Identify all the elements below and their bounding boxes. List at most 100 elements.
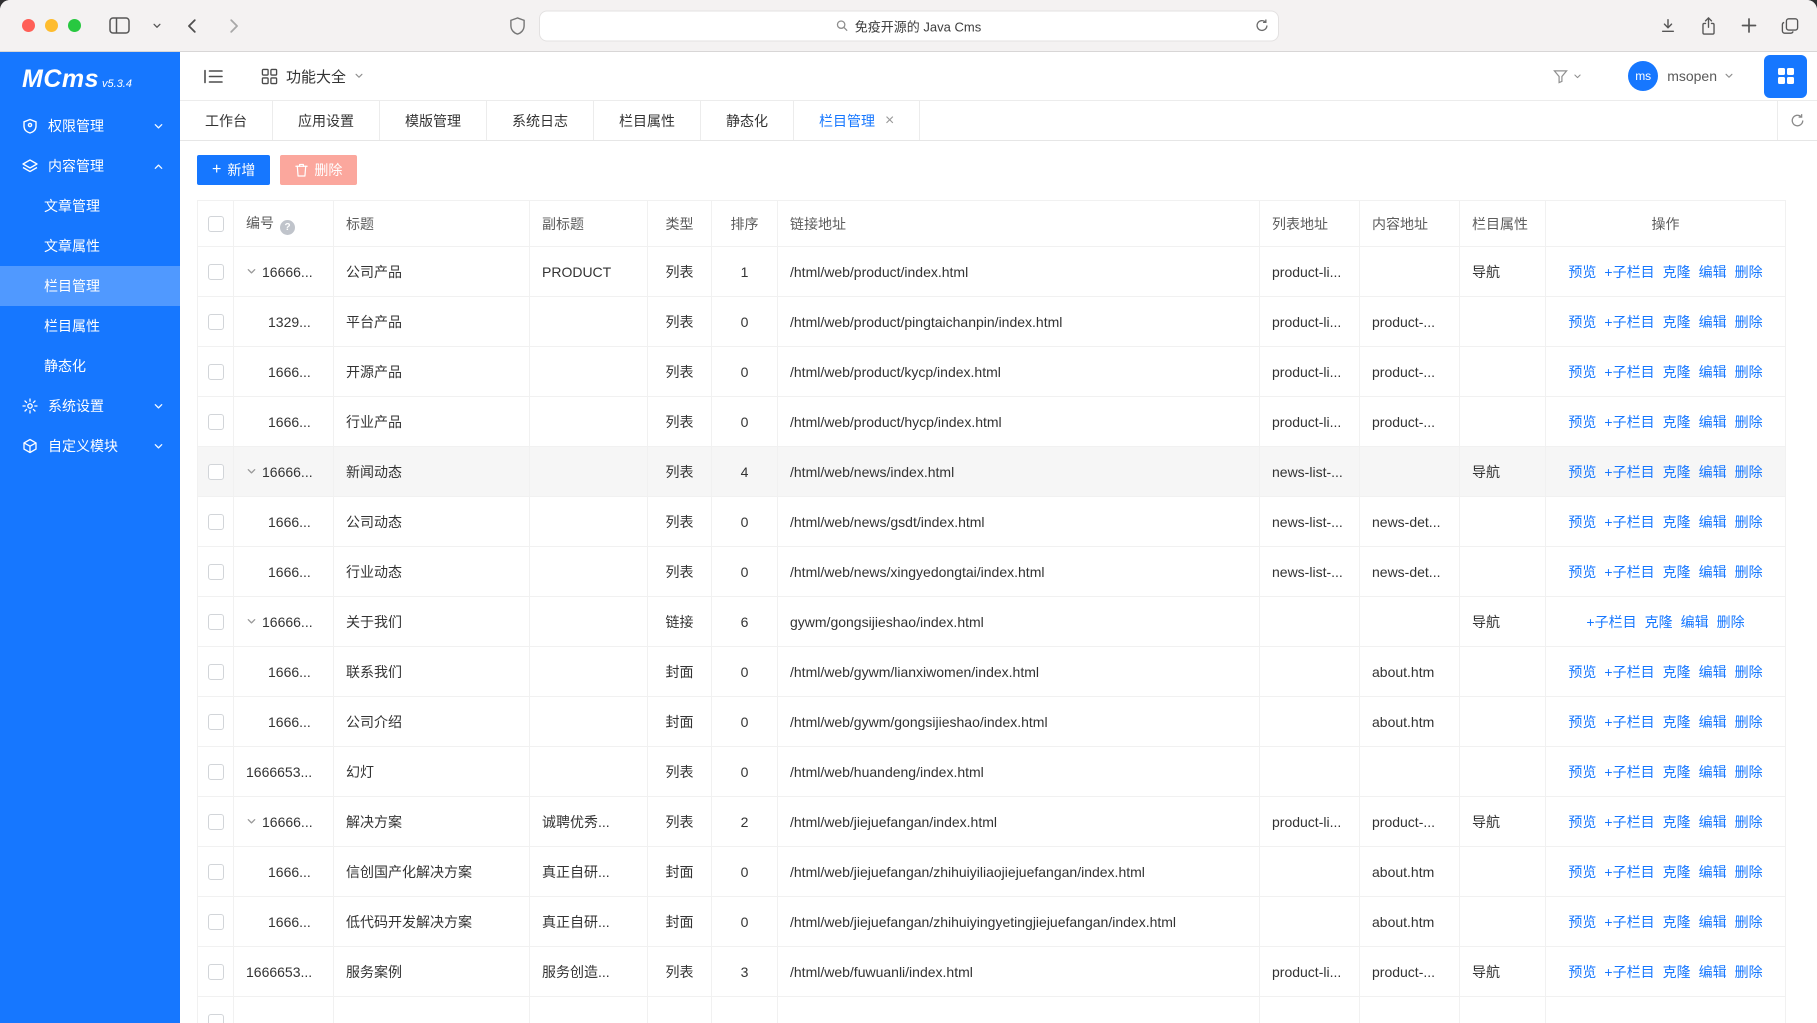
action-delete[interactable]: 删除 [1735,264,1763,280]
action-clone[interactable]: 克隆 [1663,364,1691,380]
tab-workbench[interactable]: 工作台 [180,101,273,140]
row-checkbox[interactable] [208,614,224,630]
tab-system-log[interactable]: 系统日志 [487,101,594,140]
action-clone[interactable]: 克隆 [1663,314,1691,330]
chevron-down-icon[interactable] [152,21,162,31]
action-preview[interactable]: 预览 [1568,714,1596,730]
sidebar-item-permission[interactable]: 权限管理 [0,106,180,146]
action-edit[interactable]: 编辑 [1699,364,1727,380]
sidebar-toggle-icon[interactable] [109,17,130,34]
select-all-checkbox[interactable] [208,216,224,232]
action-delete[interactable]: 删除 [1717,614,1745,630]
action-add-child[interactable]: +子栏目 [1604,714,1654,730]
action-clone[interactable]: 克隆 [1663,514,1691,530]
action-preview[interactable]: 预览 [1568,414,1596,430]
sidebar-item-article-attr[interactable]: 文章属性 [0,226,180,266]
tab-template-mgmt[interactable]: 模版管理 [380,101,487,140]
new-tab-icon[interactable] [1741,18,1757,34]
sidebar-collapse-icon[interactable] [204,69,223,84]
sidebar-item-static[interactable]: 静态化 [0,346,180,386]
expand-caret-icon[interactable] [246,616,257,627]
action-preview[interactable]: 预览 [1568,464,1596,480]
row-checkbox[interactable] [208,1014,224,1023]
action-preview[interactable]: 预览 [1568,514,1596,530]
expand-caret-icon[interactable] [246,466,257,477]
row-checkbox[interactable] [208,514,224,530]
share-icon[interactable] [1700,16,1717,35]
row-checkbox[interactable] [208,864,224,880]
action-preview[interactable]: 预览 [1568,764,1596,780]
action-clone[interactable]: 克隆 [1663,464,1691,480]
add-button[interactable]: + 新增 [197,155,270,185]
action-add-child[interactable]: +子栏目 [1604,264,1654,280]
action-preview[interactable]: 预览 [1568,914,1596,930]
row-checkbox[interactable] [208,914,224,930]
username[interactable]: msopen [1667,68,1717,84]
action-add-child[interactable]: +子栏目 [1604,864,1654,880]
action-clone[interactable]: 克隆 [1663,864,1691,880]
action-add-child[interactable]: +子栏目 [1604,964,1654,980]
action-preview[interactable]: 预览 [1568,864,1596,880]
action-add-child[interactable]: +子栏目 [1586,614,1636,630]
action-edit[interactable]: 编辑 [1699,764,1727,780]
action-clone[interactable]: 克隆 [1663,714,1691,730]
tab-column-attr[interactable]: 栏目属性 [594,101,701,140]
action-edit[interactable]: 编辑 [1681,614,1709,630]
tab-column-mgmt[interactable]: 栏目管理× [794,101,920,140]
privacy-shield-icon[interactable] [509,16,526,35]
row-checkbox[interactable] [208,464,224,480]
row-checkbox[interactable] [208,564,224,580]
action-preview[interactable]: 预览 [1568,564,1596,580]
action-preview[interactable]: 预览 [1568,814,1596,830]
action-delete[interactable]: 删除 [1735,564,1763,580]
action-delete[interactable]: 删除 [1735,714,1763,730]
action-clone[interactable]: 克隆 [1663,764,1691,780]
action-add-child[interactable]: +子栏目 [1604,514,1654,530]
action-edit[interactable]: 编辑 [1699,514,1727,530]
apps-button[interactable] [1764,55,1807,98]
avatar[interactable]: ms [1628,61,1658,91]
action-edit[interactable]: 编辑 [1699,964,1727,980]
action-delete[interactable]: 删除 [1735,314,1763,330]
action-add-child[interactable]: +子栏目 [1604,414,1654,430]
expand-caret-icon[interactable] [246,266,257,277]
sidebar-item-content[interactable]: 内容管理 [0,146,180,186]
close-window-button[interactable] [22,19,35,32]
action-add-child[interactable]: +子栏目 [1604,564,1654,580]
action-edit[interactable]: 编辑 [1699,714,1727,730]
minimize-window-button[interactable] [45,19,58,32]
action-delete[interactable]: 删除 [1735,364,1763,380]
action-delete[interactable]: 删除 [1735,764,1763,780]
action-clone[interactable]: 克隆 [1663,814,1691,830]
action-add-child[interactable]: +子栏目 [1604,764,1654,780]
back-icon[interactable] [184,17,202,35]
action-edit[interactable]: 编辑 [1699,414,1727,430]
action-delete[interactable]: 删除 [1735,514,1763,530]
sidebar-item-custom-module[interactable]: 自定义模块 [0,426,180,466]
filter-control[interactable] [1553,69,1582,84]
action-edit[interactable]: 编辑 [1699,314,1727,330]
action-clone[interactable]: 克隆 [1663,564,1691,580]
sidebar-item-system[interactable]: 系统设置 [0,386,180,426]
action-preview[interactable]: 预览 [1568,264,1596,280]
forward-icon[interactable] [224,17,242,35]
action-edit[interactable]: 编辑 [1699,664,1727,680]
action-clone[interactable]: 克隆 [1663,964,1691,980]
action-preview[interactable]: 预览 [1568,314,1596,330]
tab-app-settings[interactable]: 应用设置 [273,101,380,140]
action-edit[interactable]: 编辑 [1699,464,1727,480]
action-clone[interactable]: 克隆 [1645,614,1673,630]
reload-icon[interactable] [1255,19,1269,33]
sidebar-item-column-attr[interactable]: 栏目属性 [0,306,180,346]
action-delete[interactable]: 删除 [1735,964,1763,980]
action-clone[interactable]: 克隆 [1663,414,1691,430]
row-checkbox[interactable] [208,964,224,980]
action-delete[interactable]: 删除 [1735,914,1763,930]
action-add-child[interactable]: +子栏目 [1604,664,1654,680]
action-add-child[interactable]: +子栏目 [1604,464,1654,480]
row-checkbox[interactable] [208,364,224,380]
action-preview[interactable]: 预览 [1568,964,1596,980]
action-clone[interactable]: 克隆 [1663,914,1691,930]
row-checkbox[interactable] [208,814,224,830]
row-checkbox[interactable] [208,314,224,330]
